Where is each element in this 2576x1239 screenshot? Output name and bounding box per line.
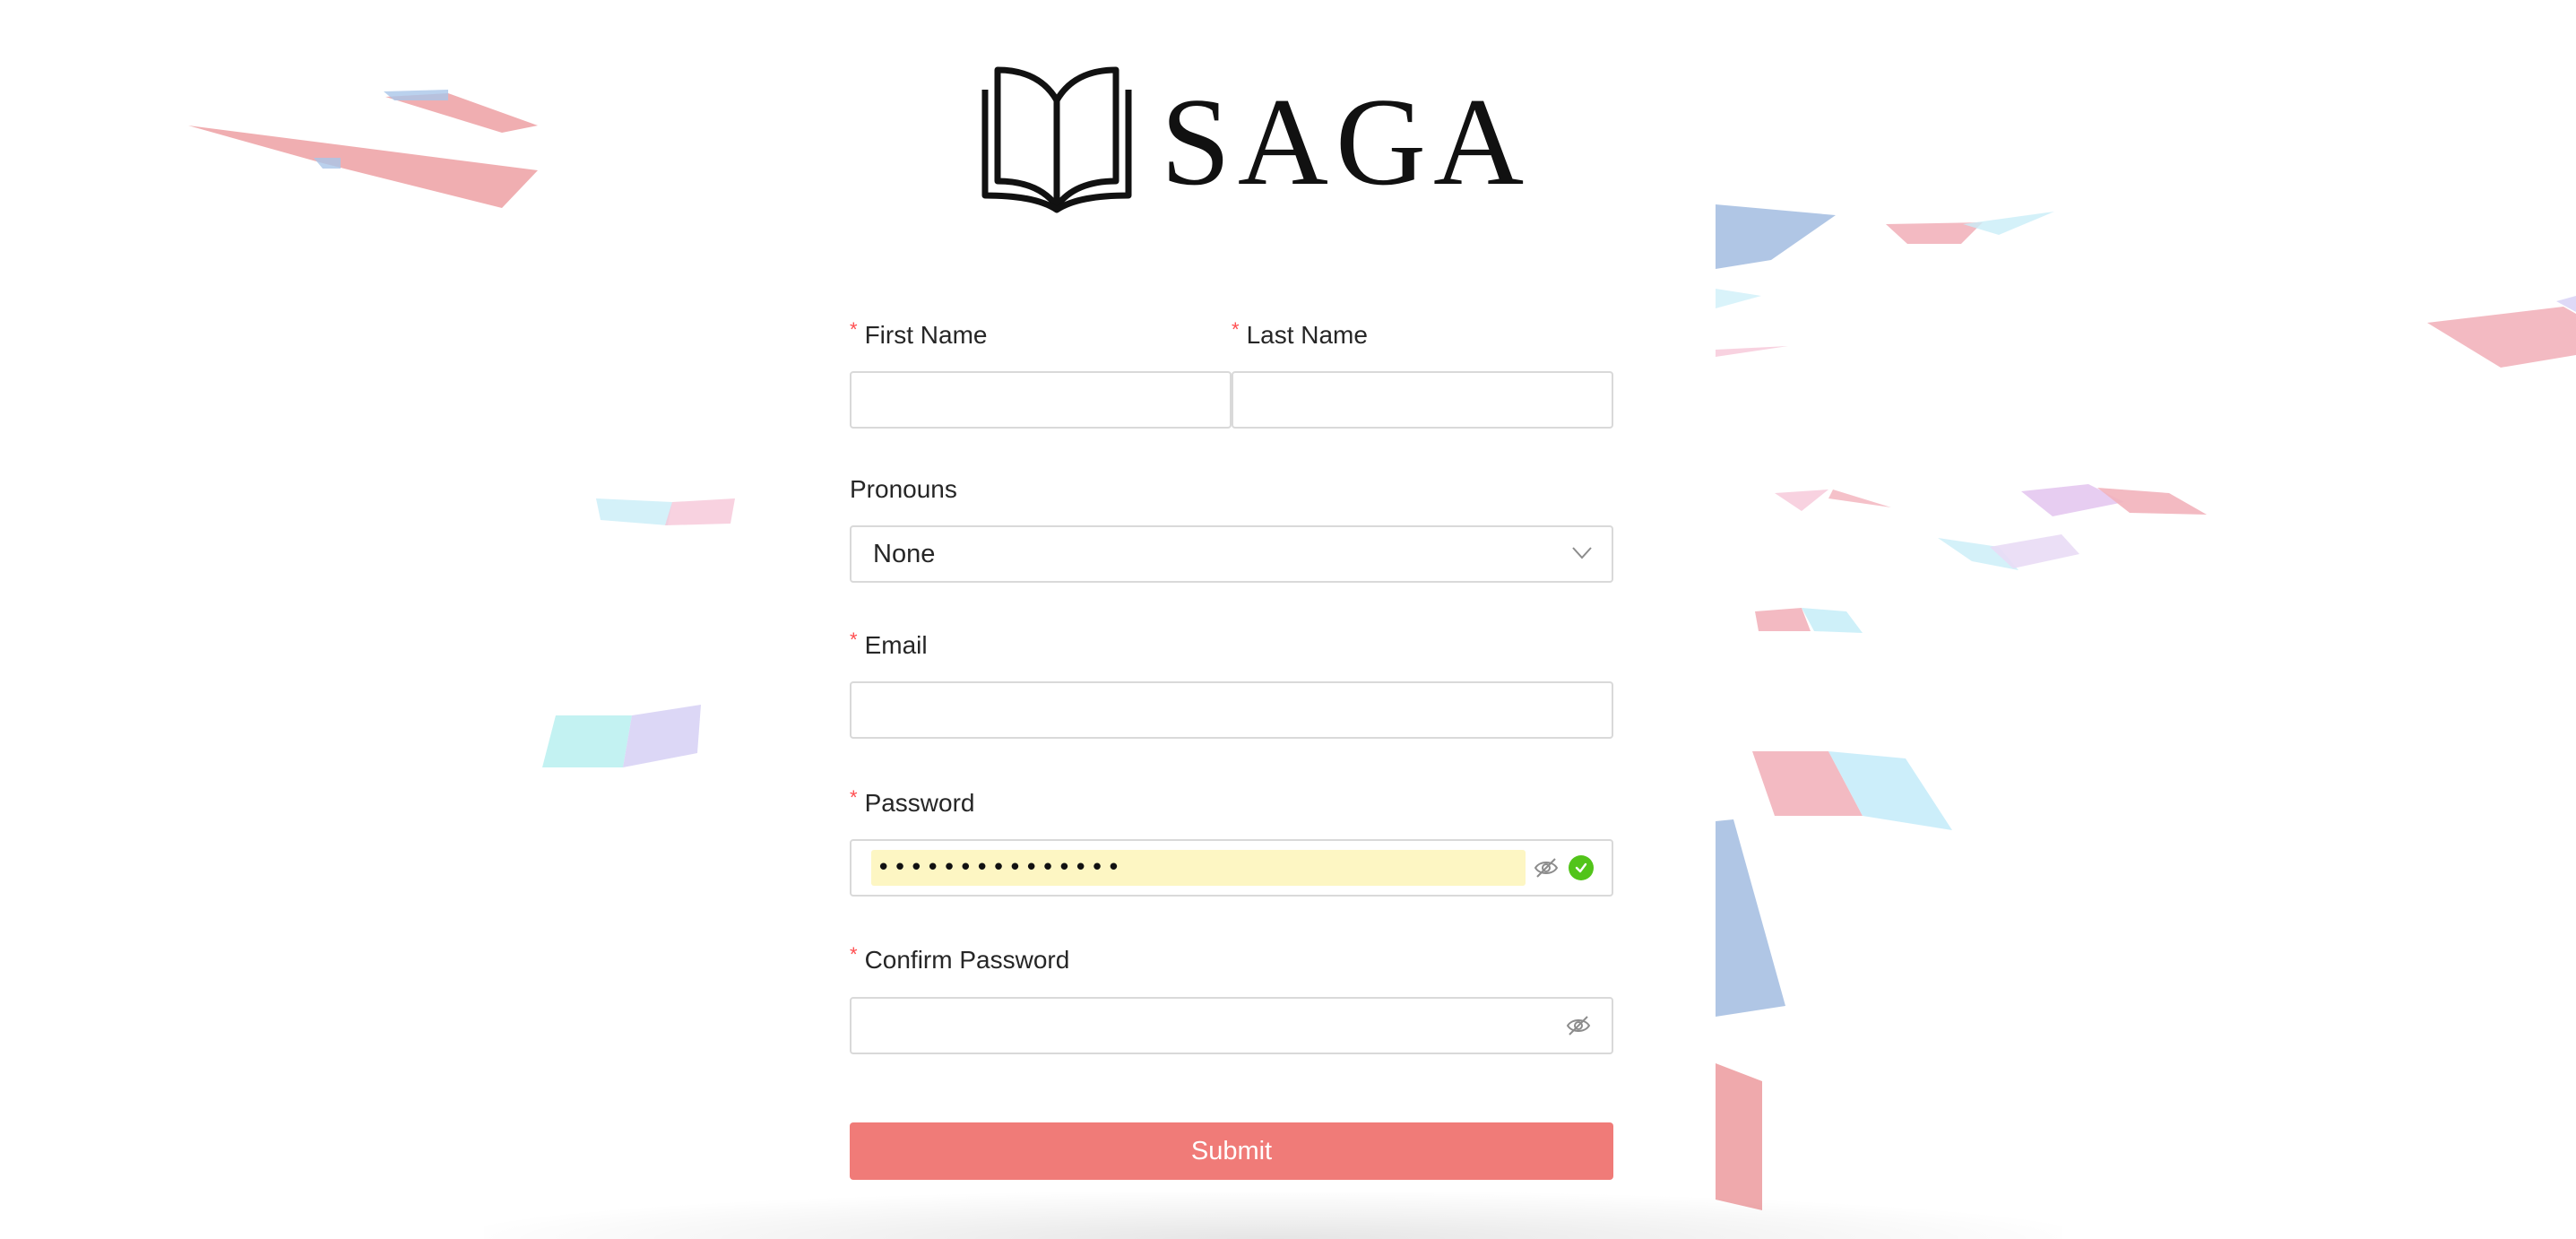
brand-logo: SAGA xyxy=(980,65,1531,213)
required-mark: * xyxy=(850,628,858,651)
check-circle-icon xyxy=(1569,855,1594,880)
first-name-label: * First Name xyxy=(850,318,988,350)
first-name-input[interactable] xyxy=(850,371,1232,429)
confirm-password-label: * Confirm Password xyxy=(850,943,1070,975)
required-mark: * xyxy=(850,786,858,809)
chevron-down-icon xyxy=(1572,547,1592,559)
eye-hidden-icon[interactable] xyxy=(1533,854,1560,881)
confirm-password-input[interactable] xyxy=(850,997,1613,1054)
submit-button[interactable]: Submit xyxy=(850,1122,1613,1180)
last-name-label: * Last Name xyxy=(1232,318,1368,350)
open-book-icon xyxy=(981,66,1132,213)
password-label: * Password xyxy=(850,786,975,818)
last-name-label-text: Last Name xyxy=(1246,321,1368,349)
pronouns-select[interactable]: None xyxy=(850,525,1613,583)
email-input[interactable] xyxy=(850,681,1613,739)
password-input[interactable]: ••••••••••••••• xyxy=(850,839,1613,897)
eye-hidden-icon[interactable] xyxy=(1565,1012,1592,1039)
pronouns-label: Pronouns xyxy=(850,475,957,503)
brand-name: SAGA xyxy=(1161,73,1532,212)
confirm-password-label-text: Confirm Password xyxy=(864,946,1070,974)
first-name-label-text: First Name xyxy=(864,321,988,349)
bottom-shadow xyxy=(484,1192,2062,1239)
pronouns-selected-value: None xyxy=(873,540,936,568)
email-label: * Email xyxy=(850,628,928,660)
required-mark: * xyxy=(1232,318,1240,341)
last-name-input[interactable] xyxy=(1232,371,1613,429)
password-masked-value: ••••••••••••••• xyxy=(877,854,1124,881)
password-label-text: Password xyxy=(864,789,975,817)
required-mark: * xyxy=(850,943,858,966)
email-label-text: Email xyxy=(864,631,928,659)
required-mark: * xyxy=(850,318,858,341)
